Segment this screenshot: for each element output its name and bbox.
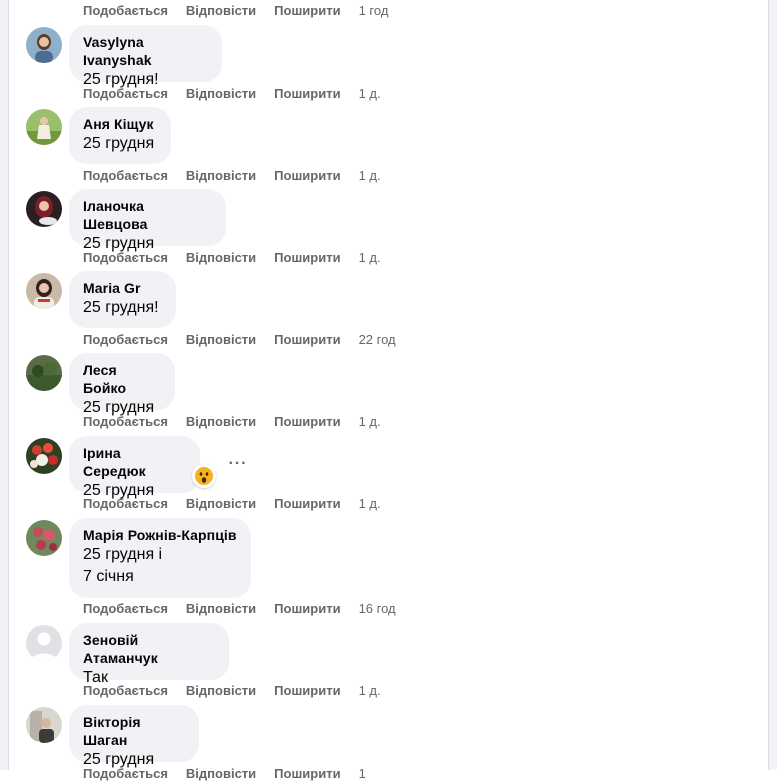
default-avatar[interactable] [26,625,62,661]
avatar[interactable] [26,520,62,556]
comment-time[interactable]: 1 д. [359,250,381,265]
comment-author[interactable]: Зеновій Атаманчук [83,631,215,667]
comment-actions: Подобається Відповісти Поширити 1 д. [83,680,381,700]
comment-time[interactable]: 1 д. [359,168,381,183]
share-button[interactable]: Поширити [274,683,340,698]
comment-actions: Подобається Відповісти Поширити 1 год [83,0,388,20]
comment-actions: Подобається Відповісти Поширити 22 год [83,329,396,349]
avatar[interactable] [26,355,62,391]
comment-bubble: Ірина Середюк 25 грудня [69,436,200,499]
comment-author[interactable]: Іланочка Шевцова [83,197,212,233]
more-options-icon[interactable]: ··· [226,455,250,479]
avatar[interactable] [26,191,62,227]
like-button[interactable]: Подобається [83,766,168,781]
comment-bubble: Марія Рожнів-Карпців 25 грудня і 7 січня [69,518,251,598]
reply-button[interactable]: Відповісти [186,86,256,101]
comment-actions: Подобається Відповісти Поширити 1 д. [83,247,381,267]
comment-actions: Подобається Відповісти Поширити 1 д. [83,165,381,185]
reply-button[interactable]: Відповісти [186,601,256,616]
comment-author[interactable]: Ірина Середюк [83,444,186,480]
comment-time[interactable]: 1 д. [359,414,381,429]
reply-button[interactable]: Відповісти [186,250,256,265]
like-button[interactable]: Подобається [83,86,168,101]
comment-time[interactable]: 1 [359,766,366,781]
left-page-edge [0,0,9,770]
reply-button[interactable]: Відповісти [186,168,256,183]
wow-reaction-icon[interactable] [192,464,216,488]
like-button[interactable]: Подобається [83,3,168,18]
share-button[interactable]: Поширити [274,332,340,347]
like-button[interactable]: Подобається [83,332,168,347]
comment-text: 25 грудня! [83,299,159,316]
comment-author[interactable]: Maria Gr [83,279,162,297]
avatar[interactable] [26,109,62,145]
comment-time[interactable]: 1 д. [359,86,381,101]
comment-time[interactable]: 1 д. [359,683,381,698]
right-page-edge [768,0,777,770]
reply-button[interactable]: Відповісти [186,3,256,18]
avatar[interactable] [26,438,62,474]
comment-author[interactable]: Леся Бойко [83,361,161,397]
like-button[interactable]: Подобається [83,601,168,616]
comment-actions: Подобається Відповісти Поширити 1 д. [83,411,381,431]
share-button[interactable]: Поширити [274,3,340,18]
comment-actions: Подобається Відповісти Поширити 1 [83,763,366,783]
comment-bubble: Аня Кіщук 25 грудня [69,107,171,164]
comment-time[interactable]: 1 год [359,3,389,18]
like-button[interactable]: Подобається [83,683,168,698]
comment-author[interactable]: Vasylyna Ivanyshak [83,33,208,69]
avatar[interactable] [26,707,62,743]
like-button[interactable]: Подобається [83,496,168,511]
share-button[interactable]: Поширити [274,168,340,183]
comment-bubble: Maria Gr 25 грудня! [69,271,176,328]
like-button[interactable]: Подобається [83,250,168,265]
share-button[interactable]: Поширити [274,766,340,781]
reply-button[interactable]: Відповісти [186,496,256,511]
comment-time[interactable]: 22 год [359,332,396,347]
comment-bubble: Vasylyna Ivanyshak 25 грудня! [69,25,222,88]
share-button[interactable]: Поширити [274,250,340,265]
comment-text-line-1: 25 грудня і [83,546,163,563]
comment-actions: Подобається Відповісти Поширити 1 д. [83,83,381,103]
share-button[interactable]: Поширити [274,86,340,101]
comment-time[interactable]: 1 д. [359,496,381,511]
avatar[interactable] [26,27,62,63]
comment-actions: Подобається Відповісти Поширити 16 год [83,598,396,618]
comment-author[interactable]: Вікторія Шаган [83,713,185,749]
reply-button[interactable]: Відповісти [186,414,256,429]
reply-button[interactable]: Відповісти [186,683,256,698]
share-button[interactable]: Поширити [274,496,340,511]
comment-author[interactable]: Аня Кіщук [83,115,157,133]
like-button[interactable]: Подобається [83,414,168,429]
comment-actions: Подобається Відповісти Поширити 1 д. [83,493,381,513]
comment-text-line-2: 7 січня [83,568,134,585]
comment-bubble: Зеновій Атаманчук Так [69,623,229,686]
comment-bubble: Леся Бойко 25 грудня [69,353,175,416]
share-button[interactable]: Поширити [274,601,340,616]
comment-author[interactable]: Марія Рожнів-Карпців [83,526,237,544]
comment-bubble: Вікторія Шаган 25 грудня [69,705,199,768]
comment-time[interactable]: 16 год [359,601,396,616]
share-button[interactable]: Поширити [274,414,340,429]
comment-text: 25 грудня [83,135,155,152]
avatar[interactable] [26,273,62,309]
reply-button[interactable]: Відповісти [186,766,256,781]
comment-bubble: Іланочка Шевцова 25 грудня [69,189,226,252]
like-button[interactable]: Подобається [83,168,168,183]
reply-button[interactable]: Відповісти [186,332,256,347]
